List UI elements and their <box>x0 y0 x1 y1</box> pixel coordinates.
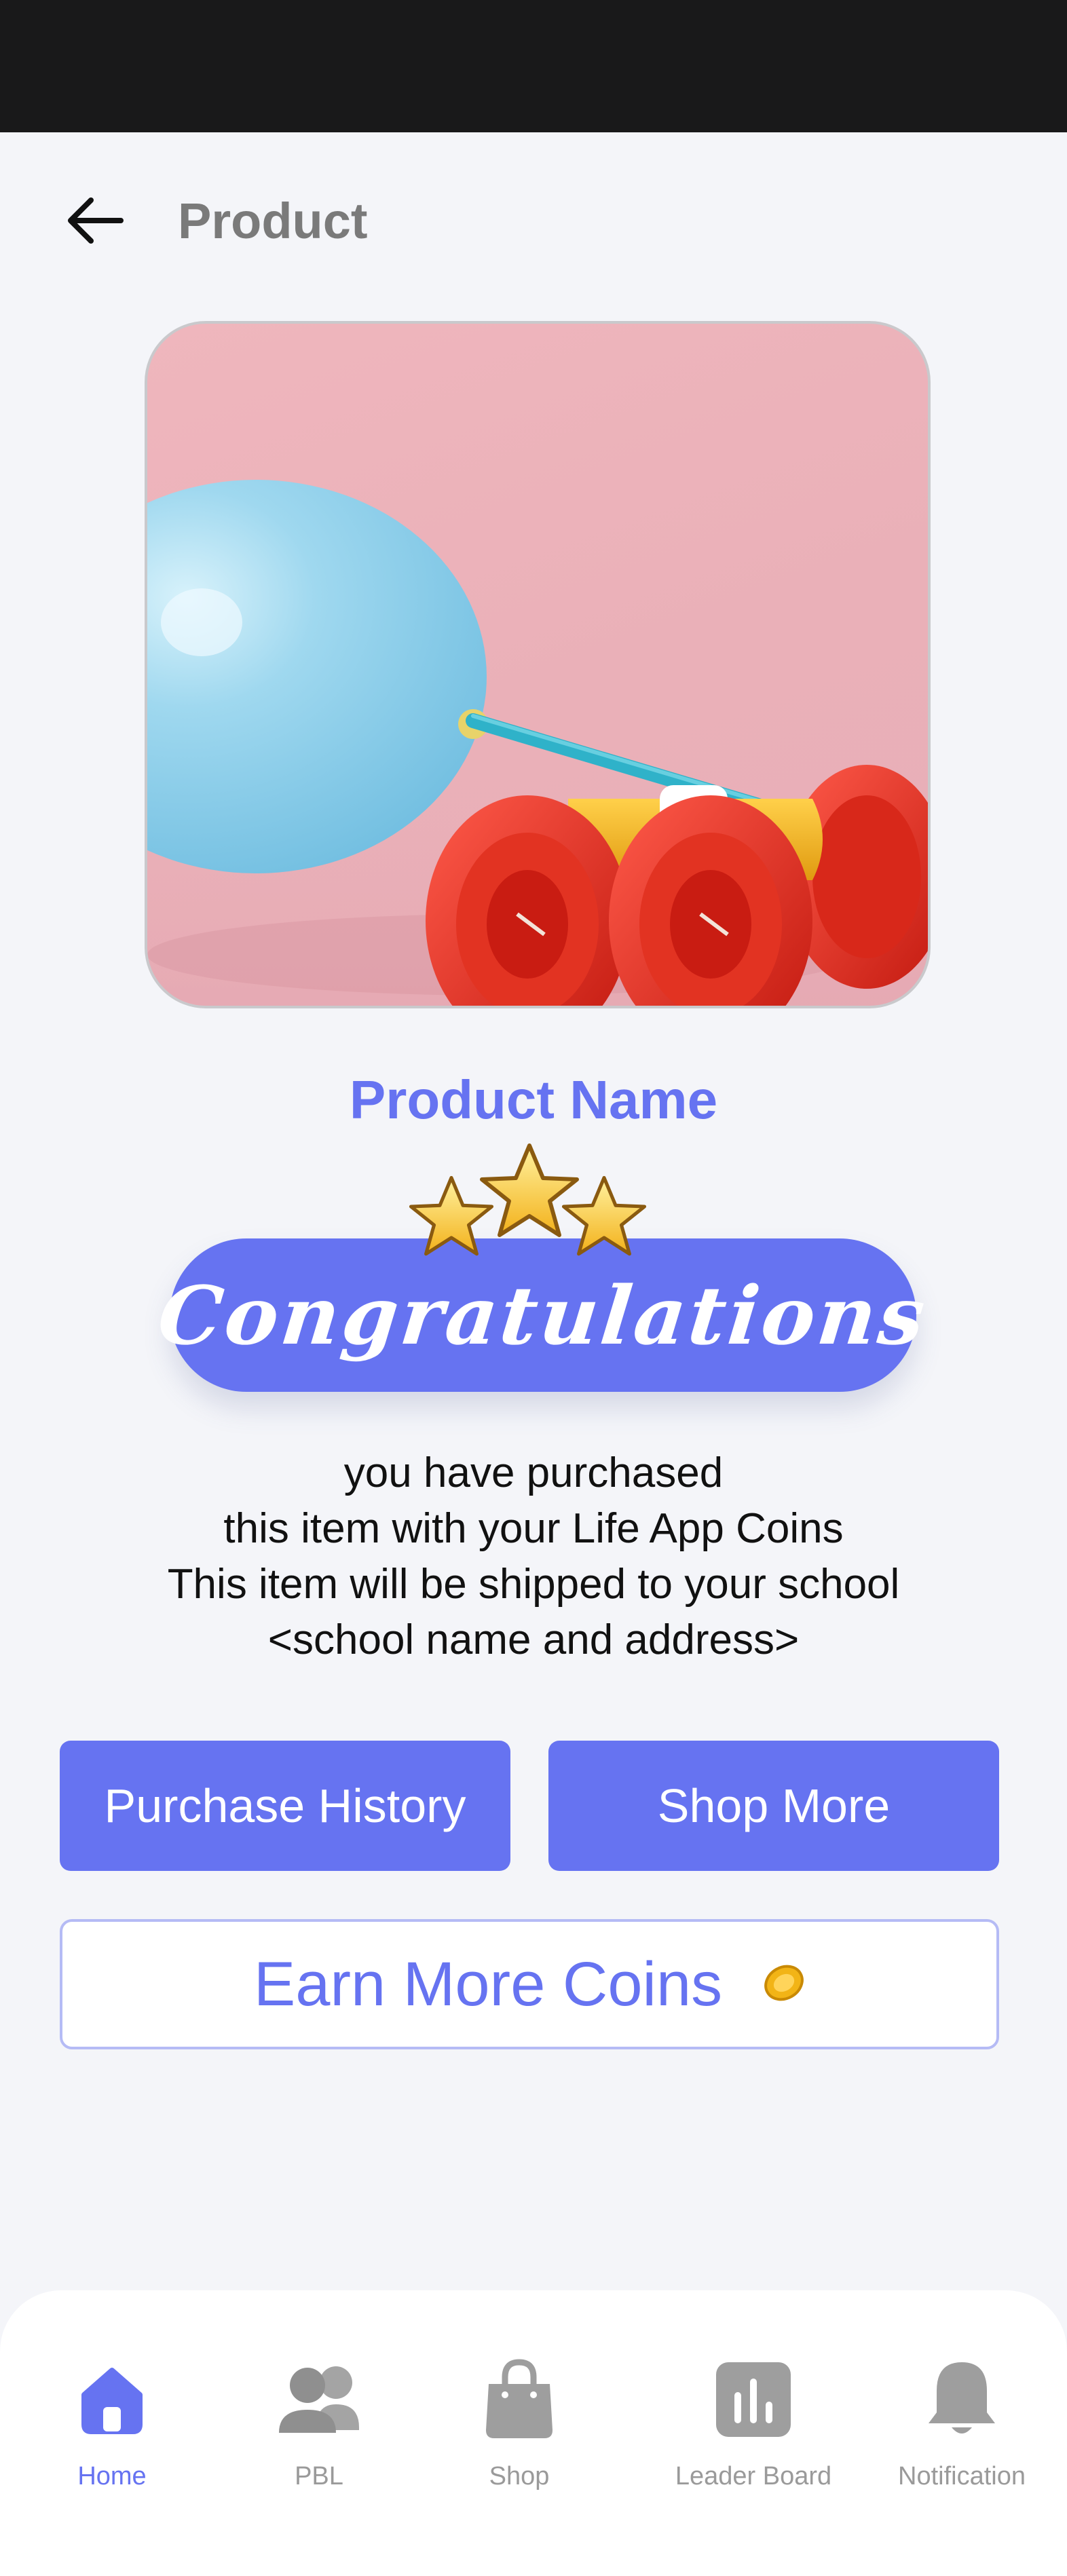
balloon-car-image: 5 <box>147 480 928 1006</box>
message-line: This item will be shipped to your school <box>167 1561 900 1608</box>
back-button[interactable] <box>54 187 136 254</box>
nav-item-shop[interactable]: Shop <box>434 2290 604 2576</box>
page-title: Product <box>178 193 368 249</box>
users-icon <box>279 2366 359 2433</box>
product-image: 5 <box>145 321 931 1008</box>
arrow-left-icon <box>68 197 124 244</box>
product-name: Product Name <box>349 1069 718 1130</box>
nav-item-notification[interactable]: Notification <box>870 2290 1053 2576</box>
nav-label-leader-board: Leader Board <box>675 2462 832 2490</box>
status-bar <box>0 0 1067 132</box>
nav-label-home: Home <box>77 2462 147 2490</box>
nav-item-leader-board[interactable]: Leader Board <box>652 2290 855 2576</box>
nav-item-pbl[interactable]: PBL <box>234 2290 404 2576</box>
nav-label-notification: Notification <box>898 2462 1026 2490</box>
congratulations-text: Congratulations <box>153 1268 933 1363</box>
bell-icon <box>929 2362 995 2433</box>
stars-icon <box>409 1143 647 1256</box>
purchase-history-button[interactable]: Purchase History <box>60 1741 510 1871</box>
nav-item-home[interactable]: Home <box>27 2290 197 2576</box>
nav-label-shop: Shop <box>489 2462 550 2490</box>
home-icon <box>81 2367 143 2434</box>
shopping-bag-icon <box>486 2359 553 2438</box>
bottom-navigation: Home PBL Shop Leader Board Notification <box>0 2290 1067 2576</box>
purchase-message: you have purchased this item with your L… <box>0 1445 1067 1668</box>
message-line: this item with your Life App Coins <box>223 1505 844 1552</box>
shop-more-button[interactable]: Shop More <box>548 1741 999 1871</box>
earn-more-coins-label: Earn More Coins <box>253 1949 723 2019</box>
message-line: <school name and address> <box>267 1616 800 1663</box>
earn-more-coins-button[interactable]: Earn More Coins <box>60 1919 999 2049</box>
congratulations-banner: Congratulations <box>154 1140 932 1395</box>
message-line: you have purchased <box>343 1450 724 1496</box>
coin-icon <box>763 1962 805 2007</box>
bar-chart-icon <box>716 2362 791 2437</box>
app-header: Product <box>0 132 1067 309</box>
nav-label-pbl: PBL <box>295 2462 343 2490</box>
